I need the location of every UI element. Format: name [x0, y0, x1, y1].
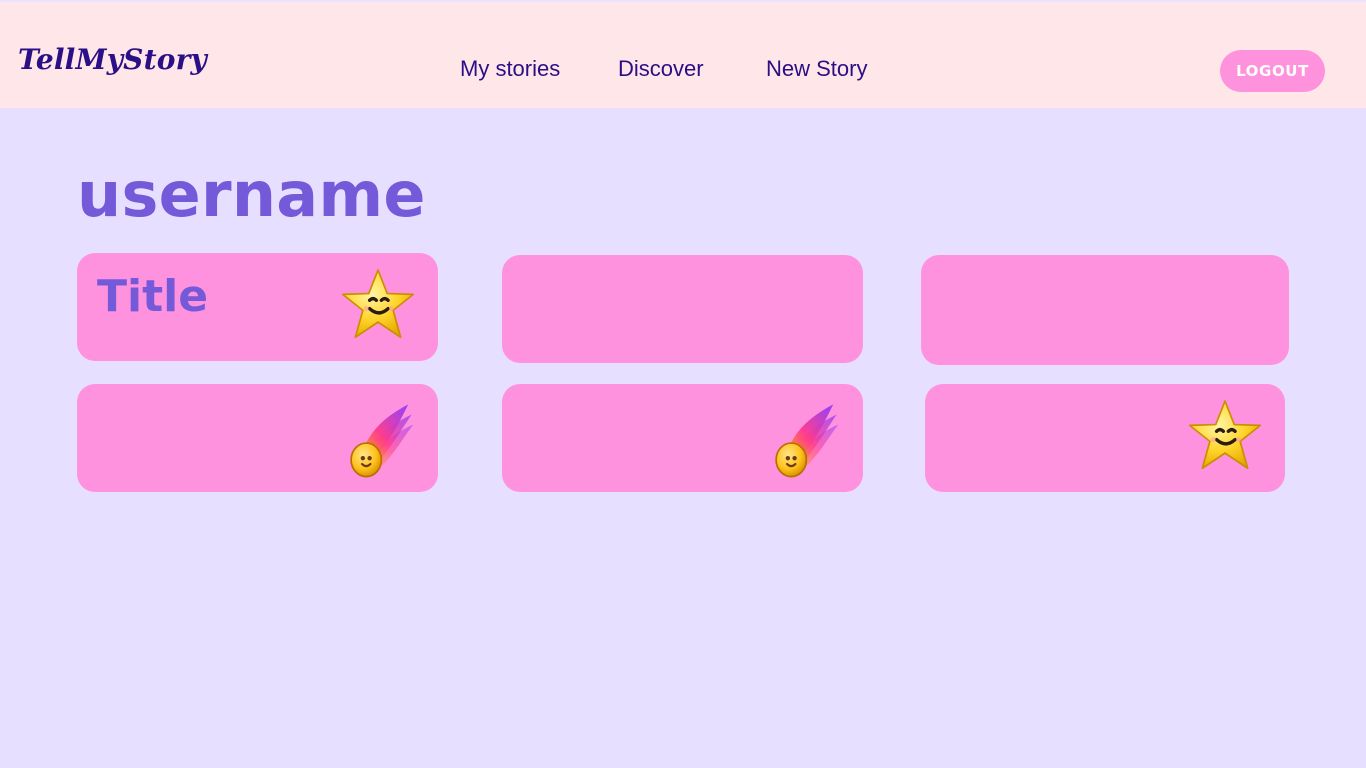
logout-button[interactable]: LOGOUT — [1220, 50, 1325, 92]
story-card[interactable] — [502, 384, 863, 492]
story-card[interactable]: Title — [77, 253, 438, 361]
story-card[interactable] — [77, 384, 438, 492]
top-navigation-bar: TellMyStory My stories Discover New Stor… — [0, 0, 1366, 108]
shooting-star-comet-icon — [761, 396, 845, 480]
story-card[interactable] — [921, 255, 1289, 365]
story-card-title: Title — [97, 271, 209, 322]
shooting-star-comet-icon — [336, 396, 420, 480]
story-card[interactable] — [502, 255, 863, 363]
nav-my-stories-link[interactable]: My stories — [460, 58, 560, 80]
app-logo[interactable]: TellMyStory — [18, 46, 207, 74]
nav-discover-link[interactable]: Discover — [618, 58, 704, 80]
smiling-star-icon — [1183, 396, 1267, 480]
nav-new-story-link[interactable]: New Story — [766, 58, 867, 80]
smiling-star-icon — [336, 265, 420, 349]
story-card[interactable] — [925, 384, 1285, 492]
profile-username-heading: username — [77, 158, 426, 231]
